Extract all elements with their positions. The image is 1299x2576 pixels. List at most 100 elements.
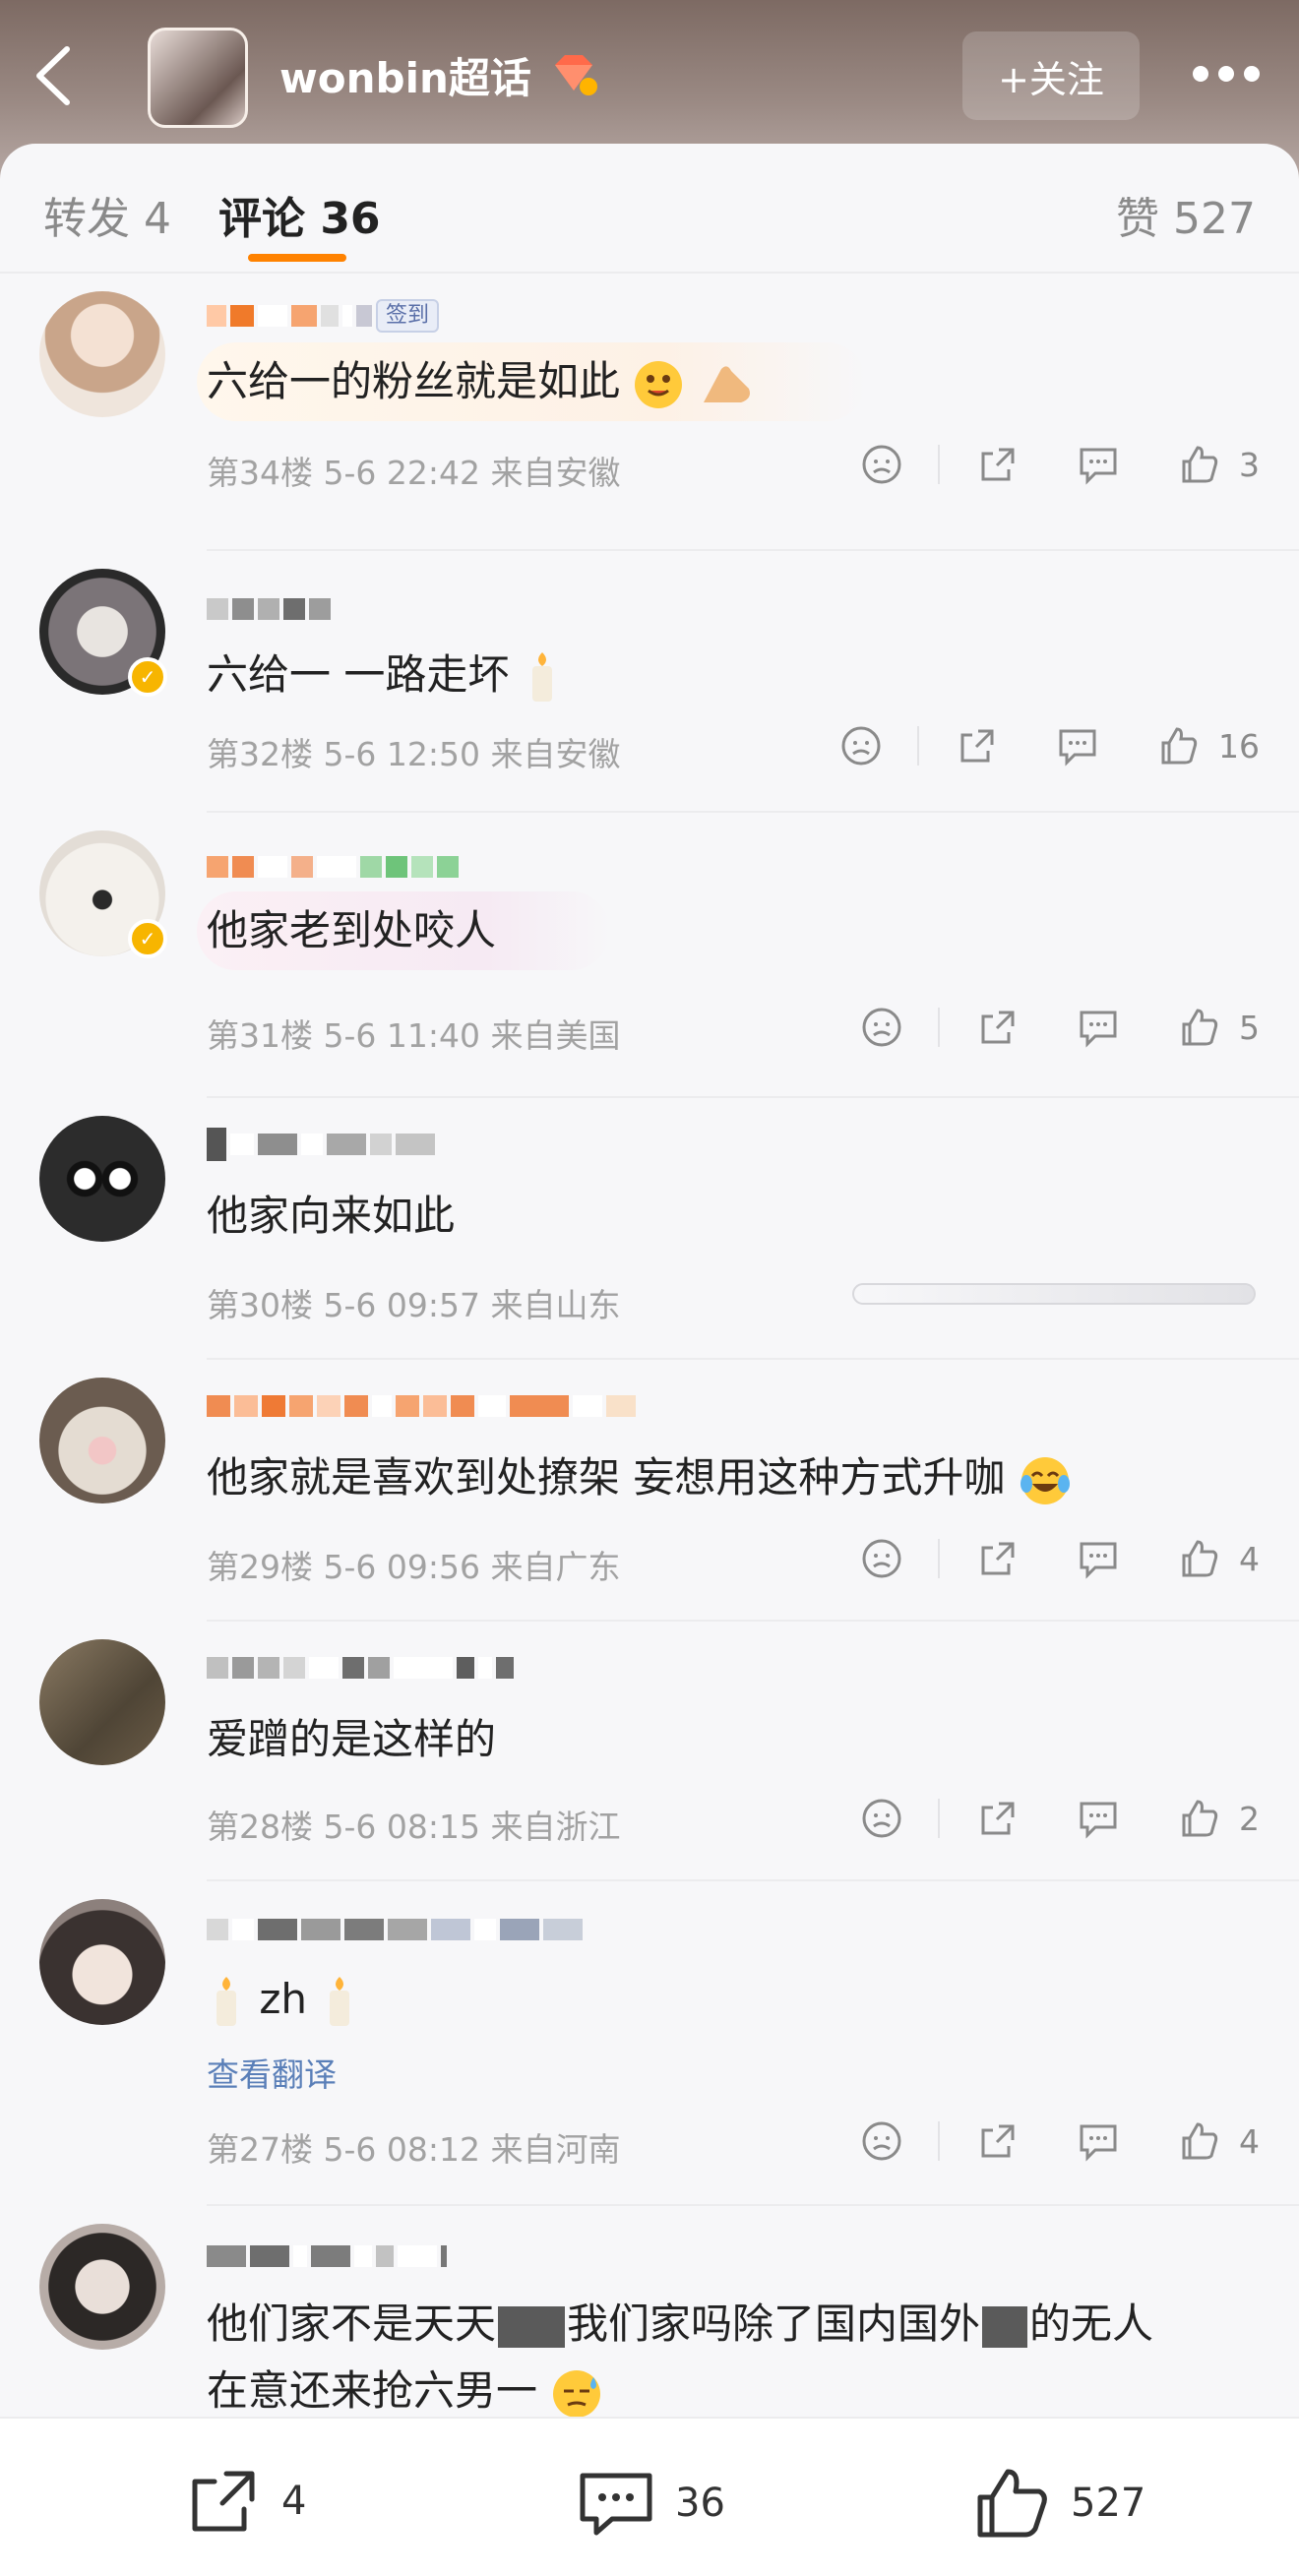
comment-text: 他家就是喜欢到处撩架 妄想用这种方式升咖 [207, 1444, 1072, 1511]
username-blurred[interactable] [207, 592, 331, 626]
dislike-face-icon[interactable] [859, 1796, 904, 1841]
follow-button[interactable]: +关注 [962, 31, 1140, 120]
like-button[interactable]: 527 [972, 2466, 1145, 2541]
pinching-hand-emoji-icon [703, 365, 750, 402]
dislike-face-icon[interactable] [859, 442, 904, 487]
reply-icon[interactable] [1076, 1005, 1121, 1050]
reply-icon[interactable] [1076, 442, 1121, 487]
comment-text-line-2: 在意还来抢六男一 [207, 2358, 603, 2424]
like-thumb-icon[interactable] [1176, 442, 1221, 487]
comment-icon [580, 2473, 652, 2536]
like-thumb-icon[interactable] [1176, 2118, 1221, 2164]
tab-reposts[interactable]: 转发 4 [43, 183, 171, 246]
comment-actions: 3 [859, 437, 1260, 492]
reply-icon[interactable] [1076, 2118, 1121, 2164]
like-count: 16 [1218, 726, 1260, 766]
candle-emoji-icon [216, 1976, 236, 2026]
reply-icon[interactable] [1055, 723, 1100, 768]
dislike-face-icon[interactable] [838, 723, 884, 768]
like-count: 5 [1239, 1008, 1260, 1047]
divider [938, 1008, 940, 1047]
drooling-face-emoji-icon [635, 360, 683, 408]
avatar[interactable] [39, 1639, 165, 1765]
active-tab-indicator [248, 254, 346, 262]
comment-text: 六给一的粉丝就是如此 [207, 348, 755, 415]
share-icon[interactable] [955, 723, 1000, 768]
view-translation-link[interactable]: 查看翻译 [207, 2049, 337, 2096]
like-icon [977, 2469, 1047, 2538]
comments-sheet: 转发 4 评论 36 赞 527 签到 六给一的粉丝就是如此 第34楼 5-6 … [0, 144, 1299, 2576]
comment-text: zh [207, 1966, 359, 2033]
comment-item: ✓ 他家老到处咬人 第31楼 5-6 11:40 来自美国 5 [0, 813, 1299, 1098]
username-blurred[interactable] [207, 1389, 636, 1423]
comment-actions: 4 [859, 2114, 1260, 2169]
more-options-icon[interactable] [1187, 59, 1266, 89]
comment-text: 他家老到处咬人 [207, 906, 497, 954]
avatar[interactable] [39, 2224, 165, 2350]
username-blurred[interactable] [207, 1128, 435, 1161]
redacted-block [982, 2305, 1028, 2348]
share-icon[interactable] [975, 1005, 1021, 1050]
checkin-badge: 签到 [376, 299, 440, 333]
avatar[interactable] [39, 1899, 165, 2025]
username-blurred[interactable] [207, 1651, 514, 1685]
tab-comments[interactable]: 评论 36 [218, 183, 381, 246]
comment-actions: 5 [859, 1000, 1260, 1055]
like-count: 4 [1239, 2121, 1260, 2161]
repost-button[interactable]: 4 [187, 2466, 306, 2537]
candle-emoji-icon [330, 1976, 350, 2026]
reply-icon[interactable] [1076, 1536, 1121, 1581]
username-blurred[interactable]: 签到 [207, 299, 440, 333]
comment-item: 签到 六给一的粉丝就是如此 第34楼 5-6 22:42 来自安徽 3 [0, 291, 1299, 551]
username-blurred[interactable] [207, 1913, 583, 1946]
comment-meta: 第29楼 5-6 09:56 来自广东 [207, 1548, 621, 1586]
reply-icon[interactable] [1076, 1796, 1121, 1841]
tab-likes[interactable]: 赞 527 [1116, 183, 1256, 246]
comment-actions: 16 [838, 718, 1260, 773]
verified-badge-icon: ✓ [128, 657, 167, 697]
comment-meta: 第30楼 5-6 09:57 来自山东 [207, 1286, 621, 1324]
topic-avatar[interactable] [148, 28, 248, 128]
comment-item: zh 查看翻译 第27楼 5-6 08:12 来自河南 4 [0, 1881, 1299, 2206]
divider [938, 2121, 940, 2161]
candle-emoji-icon [531, 651, 552, 702]
comment-text: 他家向来如此 [207, 1192, 456, 1240]
avatar[interactable]: ✓ [39, 569, 167, 697]
username-blurred[interactable] [207, 850, 459, 884]
super-topic-gem-icon [555, 55, 597, 95]
dislike-face-icon[interactable] [859, 2118, 904, 2164]
like-thumb-icon[interactable] [1155, 723, 1201, 768]
share-icon[interactable] [975, 442, 1021, 487]
dislike-face-icon[interactable] [859, 1536, 904, 1581]
avatar[interactable] [39, 1378, 165, 1503]
share-icon[interactable] [975, 2118, 1021, 2164]
comment-actions: 2 [859, 1791, 1260, 1846]
like-thumb-icon[interactable] [1176, 1796, 1221, 1841]
divider [938, 445, 940, 484]
share-icon[interactable] [975, 1536, 1021, 1581]
dislike-face-icon[interactable] [859, 1005, 904, 1050]
comment-button[interactable]: 36 [577, 2466, 725, 2541]
comment-text: 他们家不是天天 我们家吗除了国内国外 的无人 [207, 2300, 1154, 2348]
avatar[interactable] [39, 291, 165, 417]
comment-meta: 第27楼 5-6 08:12 来自河南 [207, 2130, 621, 2169]
divider [938, 1799, 940, 1838]
back-arrow-icon[interactable] [30, 41, 79, 110]
like-thumb-icon[interactable] [1176, 1536, 1221, 1581]
bottom-action-bar: 4 36 527 [0, 2417, 1299, 2576]
comment-item: ✓ 六给一 一路走坏 第32楼 5-6 12:50 来自安徽 16 [0, 551, 1299, 813]
username-blurred[interactable] [207, 2239, 447, 2273]
downcast-sweat-emoji-icon [553, 2369, 601, 2418]
comment-item: 他家就是喜欢到处撩架 妄想用这种方式升咖 第29楼 5-6 09:56 来自广东… [0, 1360, 1299, 1622]
comment-text: 爱蹭的是这样的 [207, 1715, 497, 1763]
like-count: 2 [1239, 1799, 1260, 1838]
topic-title[interactable]: wonbin超话 [279, 45, 531, 105]
comment-meta: 第34楼 5-6 22:42 来自安徽 [207, 454, 621, 492]
avatar[interactable] [39, 1116, 165, 1242]
divider [917, 726, 919, 766]
share-icon[interactable] [975, 1796, 1021, 1841]
avatar[interactable]: ✓ [39, 830, 167, 958]
comment-actions: 4 [859, 1531, 1260, 1586]
like-thumb-icon[interactable] [1176, 1005, 1221, 1050]
divider [938, 1539, 940, 1578]
